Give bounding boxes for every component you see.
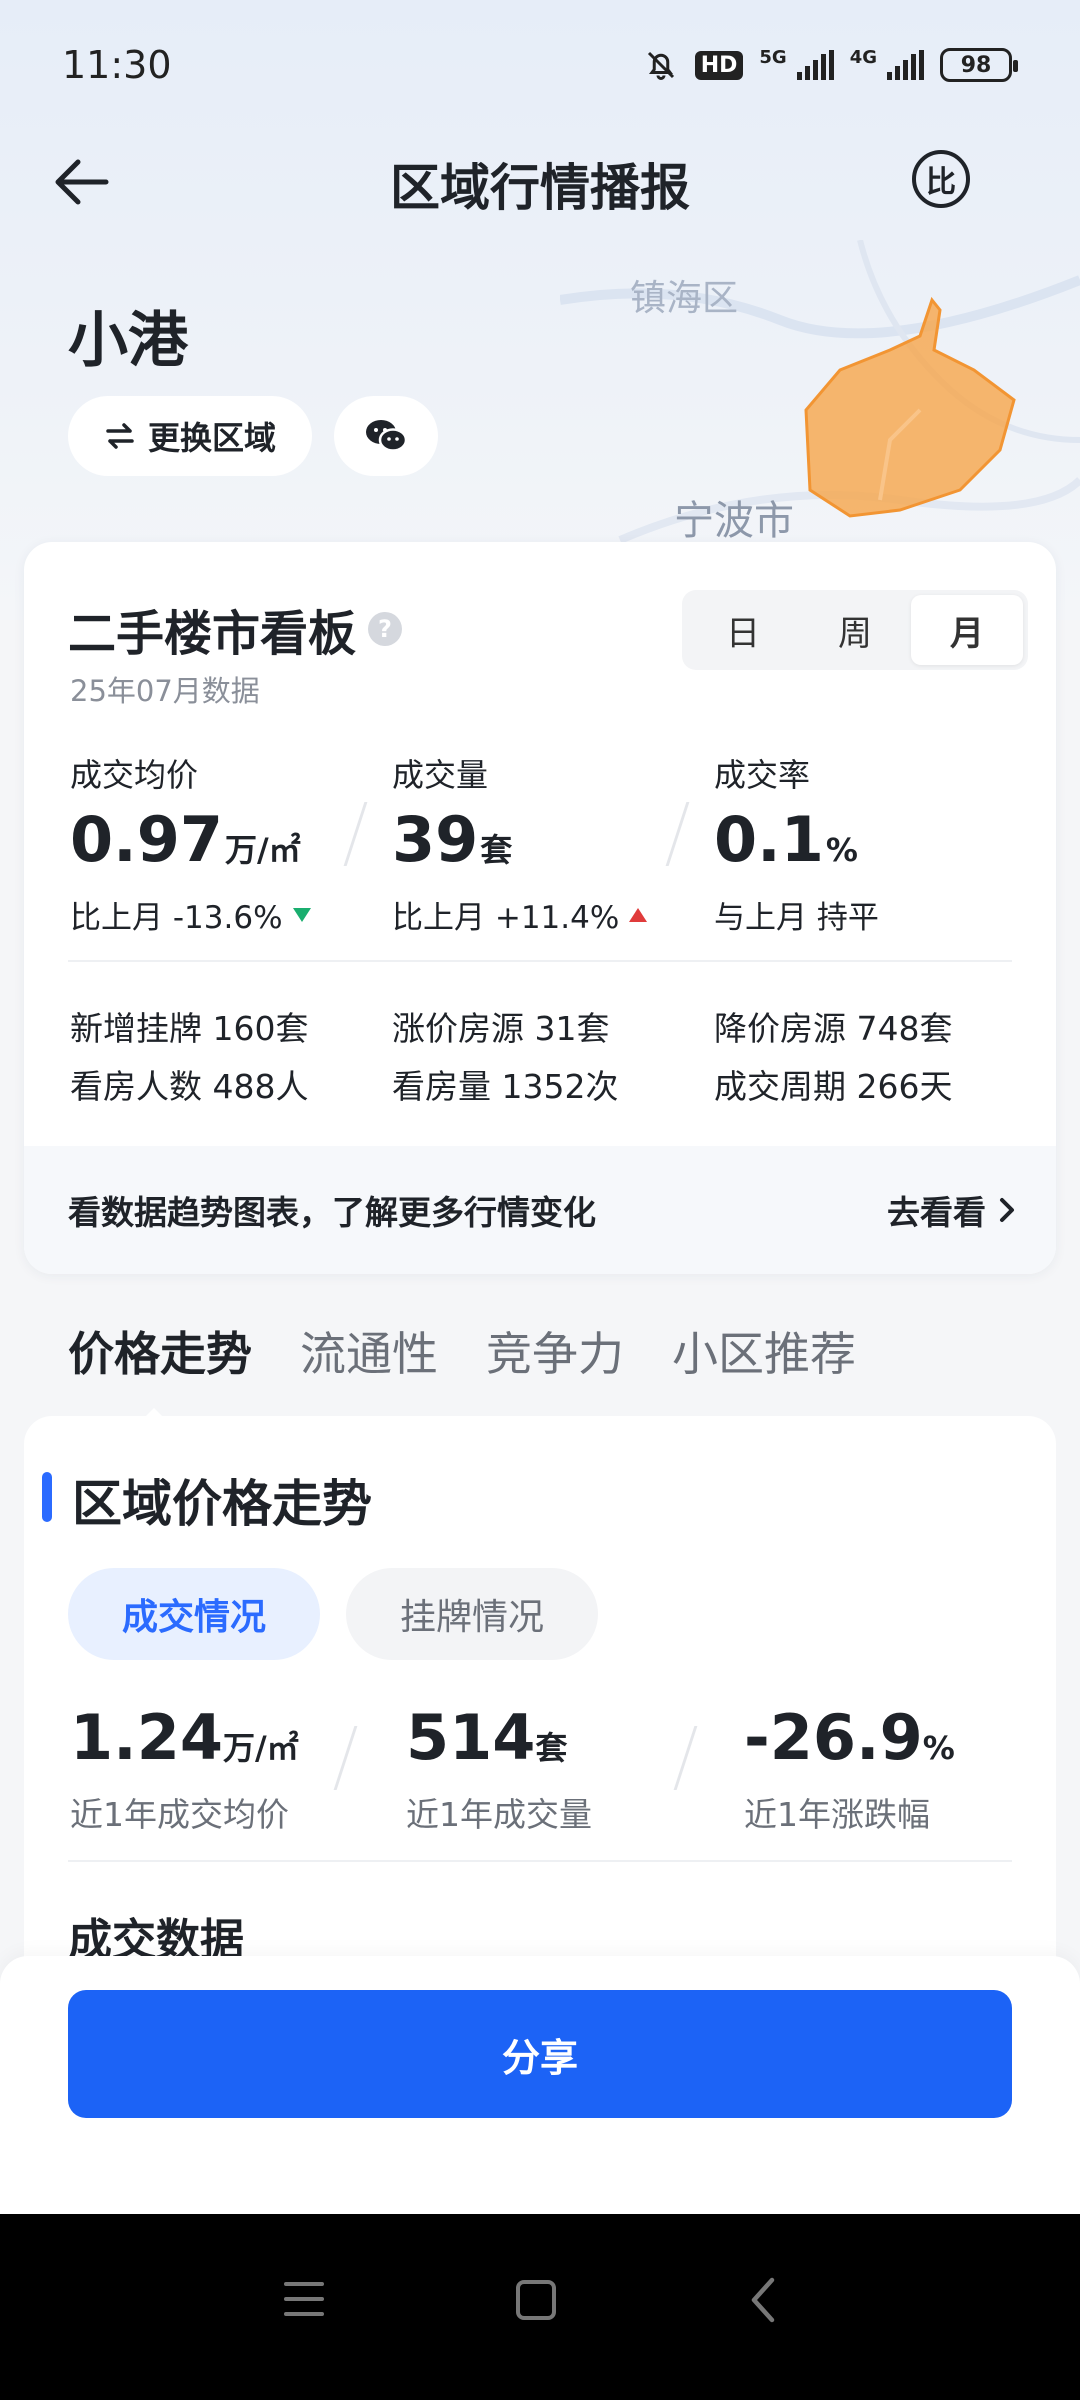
kpi-volume: 514套 近1年成交量	[406, 1702, 592, 1836]
metric-avg-price: 成交均价 0.97万/㎡ 比上月 -13.6%	[70, 750, 370, 937]
period-day[interactable]: 日	[687, 595, 799, 665]
board-divider	[68, 960, 1012, 962]
stat-price-up: 涨价房源 31套	[392, 1009, 610, 1048]
metric-rate: 成交率 0.1% 与上月 持平	[714, 750, 1014, 937]
section-tabs: 价格走势 流通性 竞争力 小区推荐	[68, 1318, 904, 1424]
kpi-value: 514套	[406, 1701, 568, 1774]
chip-listings[interactable]: 挂牌情况	[346, 1568, 598, 1660]
change-area-button[interactable]: 更换区域	[68, 396, 312, 476]
metric-value: 39套	[392, 803, 513, 876]
status-bar: 11:30 HD 5G 4G 98	[0, 0, 1080, 130]
metric-change: 比上月 -13.6%	[70, 892, 370, 937]
period-selector: 日 周 月	[682, 590, 1028, 670]
kpi-avg-price: 1.24万/㎡ 近1年成交均价	[70, 1702, 299, 1836]
trend-up-icon	[629, 907, 648, 922]
status-icons: HD 5G 4G 98	[643, 47, 1018, 83]
share-bar: 分享	[0, 1956, 1080, 2214]
kpi-label: 近1年成交量	[406, 1795, 592, 1834]
network-label-4g: 4G	[849, 47, 877, 68]
tab-competitiveness[interactable]: 竞争力	[486, 1318, 624, 1384]
metric-change: 与上月 持平	[714, 900, 879, 936]
board-title: 二手楼市看板 ?	[68, 594, 403, 664]
trend-banner[interactable]: 看数据趋势图表，了解更多行情变化 去看看	[24, 1146, 1056, 1274]
tab-liquidity[interactable]: 流通性	[300, 1318, 438, 1384]
help-icon[interactable]: ?	[368, 612, 403, 646]
trend-banner-text: 看数据趋势图表，了解更多行情变化	[68, 1193, 596, 1232]
wechat-share-button[interactable]	[334, 396, 438, 476]
tab-community-recommend[interactable]: 小区推荐	[672, 1318, 856, 1384]
compare-icon[interactable]: 比	[912, 150, 970, 208]
stat-new-listings: 新增挂牌 160套	[70, 1009, 309, 1048]
map-label-city: 宁波市	[674, 498, 794, 544]
map-label-district: 镇海区	[630, 278, 738, 319]
change-area-label: 更换区域	[147, 419, 276, 457]
metric-label: 成交均价	[70, 756, 199, 794]
metric-volume: 成交量 39套 比上月 +11.4%	[392, 750, 692, 937]
system-back-icon[interactable]	[748, 2276, 778, 2324]
wechat-icon	[366, 420, 408, 452]
chip-deals[interactable]: 成交情况	[68, 1568, 320, 1660]
nav-bar: 区域行情播报 比	[0, 130, 1080, 230]
area-map[interactable]: 镇海区 宁波市	[560, 240, 1080, 560]
metric-value: 0.97万/㎡	[70, 803, 301, 876]
metric-change: 比上月 +11.4%	[392, 892, 692, 937]
price-trend-card: 区域价格走势 成交情况 挂牌情况 1.24万/㎡ 近1年成交均价 514套 近1…	[24, 1416, 1056, 2016]
hd-icon: HD	[694, 50, 744, 80]
network-label-5g: 5G	[759, 47, 787, 68]
battery-icon: 98	[940, 48, 1018, 82]
kpi-divider	[333, 1726, 358, 1790]
stat-deal-cycle: 成交周期 266天	[714, 1067, 953, 1106]
kpi-label: 近1年涨跌幅	[744, 1795, 930, 1834]
system-nav-bar	[0, 2214, 1080, 2400]
go-see-link[interactable]: 去看看	[887, 1186, 1016, 1234]
period-month[interactable]: 月	[911, 595, 1023, 665]
kpi-change: -26.9% 近1年涨跌幅	[744, 1702, 955, 1836]
area-name: 小港	[68, 306, 188, 376]
status-time: 11:30	[62, 43, 172, 87]
market-board-card: 二手楼市看板 ? 25年07月数据 日 周 月 成交均价 0.97万/㎡ 比上月…	[24, 542, 1056, 1274]
section-title: 区域价格走势	[72, 1475, 372, 1533]
stat-views: 看房量 1352次	[392, 1067, 619, 1106]
metric-label: 成交量	[392, 756, 489, 794]
board-subtitle: 25年07月数据	[70, 674, 260, 708]
metric-label: 成交率	[714, 756, 811, 794]
tab-price-trend[interactable]: 价格走势	[68, 1318, 252, 1424]
recent-apps-icon[interactable]	[284, 2282, 324, 2327]
home-icon[interactable]	[516, 2280, 556, 2320]
trend-down-icon	[292, 907, 311, 922]
bell-muted-icon	[647, 51, 674, 80]
kpi-label: 近1年成交均价	[70, 1795, 289, 1834]
kpi-value: -26.9%	[744, 1701, 955, 1774]
section-accent-bar	[42, 1472, 52, 1522]
stat-viewers: 看房人数 488人	[70, 1067, 309, 1106]
share-button[interactable]: 分享	[68, 1990, 1012, 2118]
metric-value: 0.1%	[714, 803, 858, 876]
chevron-right-icon	[1000, 1198, 1014, 1222]
signal-icon	[796, 50, 834, 80]
period-week[interactable]: 周	[799, 595, 911, 665]
kpi-value: 1.24万/㎡	[70, 1701, 299, 1774]
section-divider	[68, 1860, 1012, 1862]
board-title-text: 二手楼市看板	[68, 606, 357, 662]
swap-icon	[106, 423, 134, 449]
kpi-divider	[673, 1726, 698, 1790]
stat-price-down: 降价房源 748套	[714, 1009, 953, 1048]
signal-icon-2	[887, 50, 924, 80]
